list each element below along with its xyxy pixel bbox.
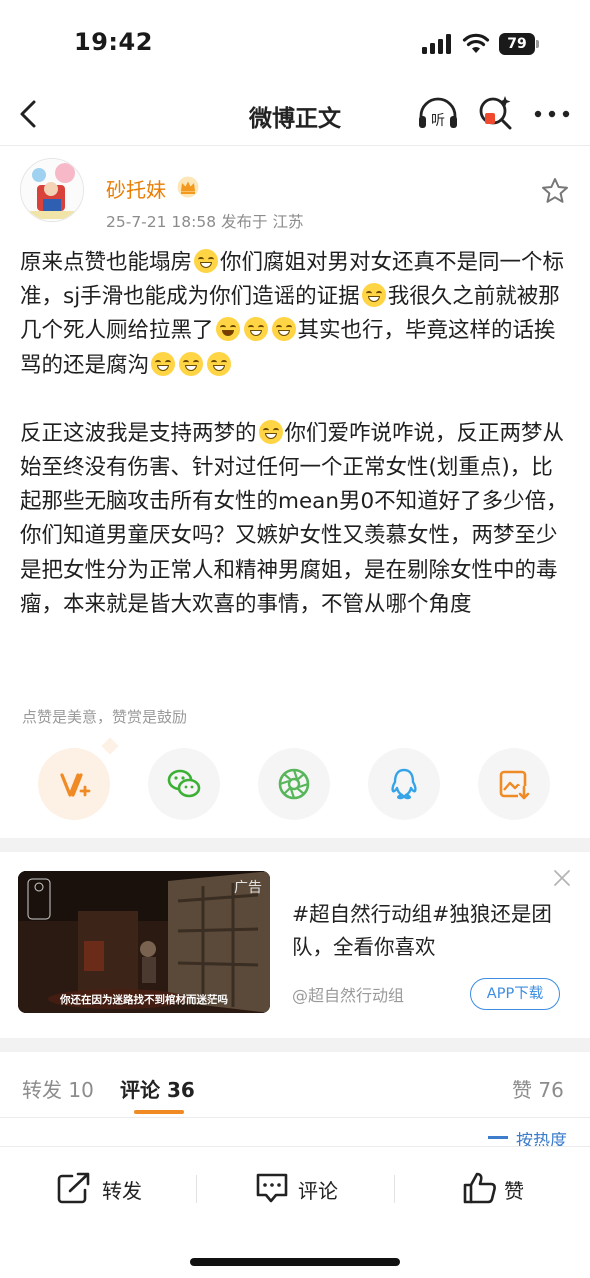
ad-title[interactable]: #超自然行动组#独狼还是团队，全看你喜欢 xyxy=(292,898,562,964)
status-bar: 19:42 79 xyxy=(0,0,590,84)
share-row xyxy=(0,737,590,820)
reward-tagline: 点赞是美意，赞赏是鼓励 xyxy=(22,708,188,726)
repost-label: 转发 xyxy=(102,1179,142,1203)
ad-thumbnail[interactable]: 广告 你还在因为迷路找不到棺材而迷茫吗 xyxy=(18,871,270,1013)
vip-crown-icon xyxy=(177,176,199,198)
tab-like[interactable]: 赞 76 xyxy=(512,1074,564,1103)
comment-icon xyxy=(256,1173,288,1203)
reward-icon xyxy=(60,773,91,797)
author-avatar[interactable] xyxy=(20,158,84,222)
sort-icon xyxy=(488,1136,508,1139)
listen-label: 听 xyxy=(431,113,445,129)
post-text-segment: 你们爱咋说咋说，反正两梦从始至终没有伤害、针对过任何一个正常女性(划重点)，比起… xyxy=(20,420,568,617)
sort-by-hot-button[interactable]: 按热度 xyxy=(488,1132,572,1146)
share-qq-button[interactable] xyxy=(368,748,440,820)
wifi-icon xyxy=(462,33,490,53)
grin-emoji-icon xyxy=(179,351,204,376)
wechat-icon xyxy=(167,769,201,798)
tab-repost[interactable]: 转发 10 xyxy=(22,1074,94,1103)
comment-tab-bar: 转发 10 评论 36 赞 76 xyxy=(0,1052,590,1118)
ad-card[interactable]: 广告 你还在因为迷路找不到棺材而迷茫吗 #超自然行动组#独狼还是团队，全看你喜欢… xyxy=(0,852,590,1038)
more-icon[interactable] xyxy=(532,104,572,124)
share-moments-button[interactable] xyxy=(258,748,330,820)
post-text-segment: 反正这波我是支持两梦的 xyxy=(20,420,257,446)
app-download-button[interactable]: APP下载 xyxy=(470,978,560,1010)
grin-emoji-icon xyxy=(194,249,219,273)
section-divider xyxy=(0,838,590,852)
tab-comment[interactable]: 评论 36 xyxy=(120,1074,195,1103)
ad-source[interactable]: @超自然行动组 xyxy=(292,982,404,1006)
comment-label: 评论 xyxy=(298,1179,338,1203)
nav-bar: 微博正文 听 xyxy=(0,84,590,146)
grin-emoji-icon xyxy=(207,351,232,376)
grin-emoji-icon xyxy=(258,419,283,444)
grin-emoji-icon xyxy=(243,317,268,342)
favorite-star-icon[interactable] xyxy=(540,176,570,206)
post-text-segment: 原来点赞也能塌房 xyxy=(20,250,193,275)
save-image-icon xyxy=(499,770,530,800)
sort-label: 按热度 xyxy=(516,1132,567,1146)
comment-button[interactable]: 评论 xyxy=(254,1147,354,1229)
grin-emoji-icon xyxy=(151,351,176,376)
post-paragraph: 原来点赞也能塌房 你们腐姐对男对女还真不是同一个标准，sj手滑也能成为你们造谣的证… xyxy=(20,246,570,383)
qq-icon xyxy=(391,768,417,800)
ad-label: 广告 xyxy=(234,880,262,896)
like-button[interactable]: 赞 xyxy=(462,1147,542,1229)
close-icon[interactable] xyxy=(552,868,572,888)
section-divider xyxy=(0,1038,590,1052)
laughing-tears-emoji-icon xyxy=(215,317,240,342)
post-paragraph: 反正这波我是支持两梦的 你们爱咋说咋说，反正两梦从始至终没有伤害、针对过任何一个正… xyxy=(20,417,570,622)
bottom-action-bar: 转发 评论 赞 xyxy=(0,1146,590,1228)
repost-button[interactable]: 转发 xyxy=(56,1147,156,1229)
thumbs-up-icon xyxy=(463,1172,496,1204)
ad-video-caption: 你还在因为迷路找不到棺材而迷茫吗 xyxy=(60,994,228,1006)
post-header: 砂托妹 25-7-21 18:58 发布于 江苏 xyxy=(0,146,590,240)
repost-icon xyxy=(57,1172,90,1204)
status-time: 19:42 xyxy=(74,28,153,56)
listen-headphones-icon[interactable]: 听 xyxy=(416,96,460,132)
ai-search-icon[interactable] xyxy=(476,94,514,132)
post-body: 原来点赞也能塌房 你们腐姐对男对女还真不是同一个标准，sj手滑也能成为你们造谣的证… xyxy=(20,246,570,622)
home-indicator xyxy=(190,1258,400,1266)
battery-level: 79 xyxy=(499,33,535,55)
post-meta: 25-7-21 18:58 发布于 江苏 xyxy=(106,213,304,231)
grin-emoji-icon xyxy=(271,317,296,342)
signal-icon xyxy=(422,34,451,54)
author-name[interactable]: 砂托妹 xyxy=(106,174,166,203)
like-label: 赞 xyxy=(504,1179,524,1203)
grin-emoji-icon xyxy=(361,283,386,308)
moments-icon xyxy=(278,768,310,800)
save-image-button[interactable] xyxy=(478,748,550,820)
avatar-image xyxy=(21,159,83,221)
battery-indicator: 79 xyxy=(499,33,540,55)
active-tab-underline xyxy=(134,1110,184,1114)
reward-button[interactable] xyxy=(38,737,119,820)
share-wechat-button[interactable] xyxy=(148,748,220,820)
